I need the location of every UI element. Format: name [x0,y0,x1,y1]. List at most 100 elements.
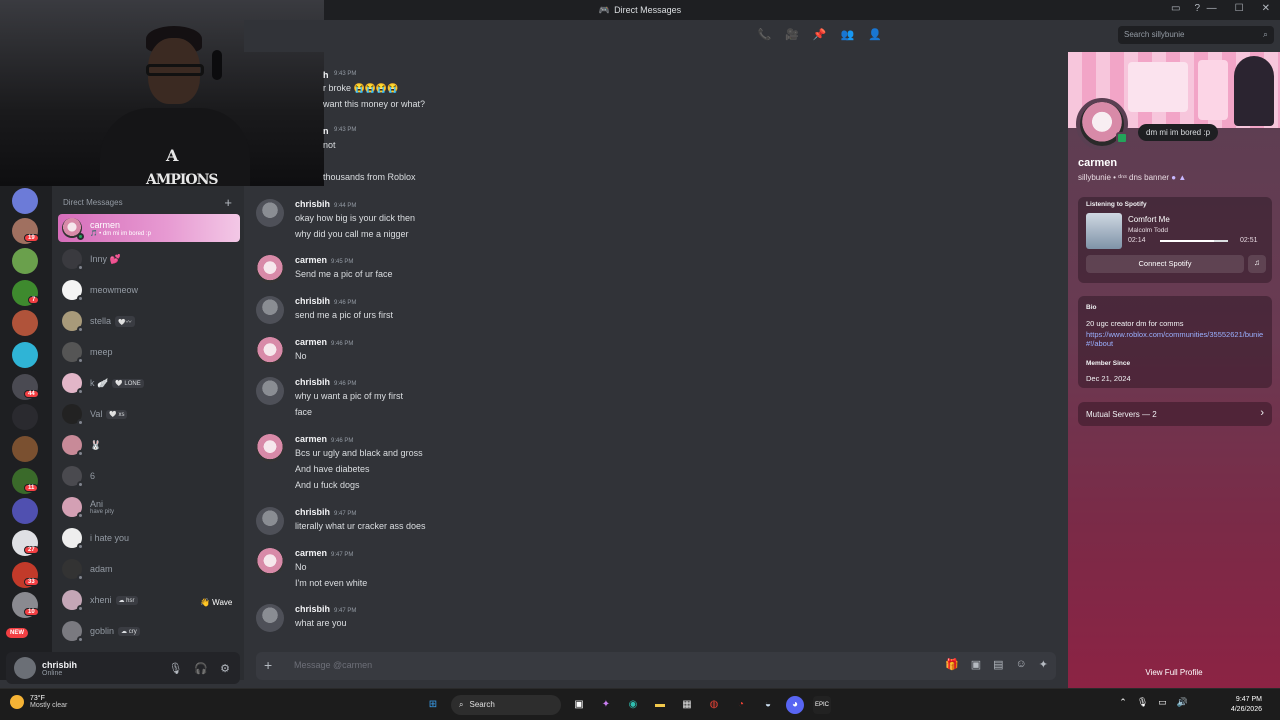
message-author[interactable]: chrisbih 9:47 PM [295,507,356,517]
epic-games-icon[interactable]: EPIC [813,696,831,714]
avatar[interactable] [256,604,284,632]
avatar[interactable] [14,657,36,679]
avatar[interactable] [256,507,284,535]
pin-icon[interactable]: 📌 [813,28,827,41]
gift-icon[interactable]: 🎁 [945,658,959,671]
server-icon[interactable] [12,436,38,462]
message-input[interactable]: Message @carmen [294,660,372,670]
apps-icon[interactable]: ✦ [1039,658,1048,671]
message-author[interactable]: carmen 9:45 PM [295,255,353,265]
unread-badge: 7 [28,296,40,304]
avatar[interactable] [256,434,284,462]
avatar[interactable] [256,548,284,576]
dm-item-carmen[interactable]: carmen 🎵 • dm mi im bored :p [58,214,240,242]
message-author[interactable]: carmen 9:47 PM [295,548,353,558]
dm-item[interactable]: meowmeow [58,276,240,304]
weather-widget[interactable]: 73°F Mostly clear [10,695,67,709]
call-icon[interactable]: 📞 [757,28,771,41]
settings-icon[interactable]: ⚙ [220,662,230,675]
copilot-icon[interactable]: ✦ [597,696,615,714]
file-explorer-icon[interactable]: ▬ [651,696,669,714]
dm-item[interactable]: stella 🤍〰 [58,307,240,335]
task-view-icon[interactable]: ▣ [570,696,588,714]
app-icon[interactable]: ◔ [732,696,750,714]
dm-item[interactable]: Inny 💕 [58,245,240,273]
volume-icon[interactable]: 🔊 [1177,697,1188,708]
dm-item[interactable]: 6 [58,462,240,490]
create-dm-icon[interactable]: + [224,195,232,210]
sticker-icon[interactable]: ▤ [993,658,1003,671]
message-line: what are you [295,618,347,628]
message-author[interactable]: chrisbih 9:44 PM [295,199,356,209]
message-author[interactable]: chrisbih 9:46 PM [295,377,356,387]
search-input[interactable]: Search sillybunie ⌕ [1118,26,1274,44]
view-full-profile-button[interactable]: View Full Profile [1068,668,1280,677]
gif-icon[interactable]: ▣ [971,658,981,671]
message-author[interactable]: carmen 9:46 PM [295,337,353,347]
server-icon[interactable] [12,342,38,368]
message-author[interactable]: h [323,70,329,80]
avatar[interactable] [256,337,284,365]
clock[interactable]: 9:47 PM 4/26/2026 [1231,695,1262,715]
headphones-icon[interactable]: 🎧 [194,662,208,675]
custom-status-bubble: dm mi im bored :p [1138,124,1219,141]
server-icon[interactable] [12,310,38,336]
server-icon[interactable] [12,188,38,214]
new-badge[interactable]: NEW [6,628,28,638]
discord-taskbar-icon[interactable]: ◕ [786,696,804,714]
help-icon[interactable]: ? [1194,3,1200,14]
listen-along-icon[interactable]: ♫ [1248,255,1266,273]
message-line: why did you call me a nigger [295,229,409,239]
profile-toggle-icon[interactable]: 👤 [868,28,882,41]
server-icon[interactable] [12,498,38,524]
server-icon[interactable] [12,248,38,274]
wave-button[interactable]: 👋 Wave [194,596,239,609]
minimize-button[interactable]: — [1207,3,1217,14]
dm-item[interactable]: k 🪽 🤍 LONE [58,369,240,397]
message-author[interactable]: carmen 9:46 PM [295,434,353,444]
bio-link[interactable]: https://www.roblox.com/communities/35552… [1086,330,1266,348]
connect-spotify-button[interactable]: Connect Spotify [1086,255,1244,273]
message-composer[interactable]: + Message @carmen 🎁 ▣ ▤ ☺ ✦ [256,652,1056,680]
message-time: 9:43 PM [334,127,357,133]
emoji-icon[interactable]: ☺ [1016,658,1027,671]
message-line: not [323,140,336,150]
edge-icon[interactable]: ◉ [624,696,642,714]
mutual-servers-row[interactable]: Mutual Servers — 2 › [1078,402,1272,426]
maximize-button[interactable]: ☐ [1235,3,1244,14]
avatar [62,466,84,488]
dm-item[interactable]: goblin ☁ cry [58,617,240,645]
dm-item[interactable]: Ani have pity [58,493,240,521]
steam-icon[interactable]: ◒ [759,696,777,714]
avatar [62,280,84,302]
dm-item[interactable]: i hate you [58,524,240,552]
message-author[interactable]: chrisbih 9:47 PM [295,604,356,614]
video-icon[interactable]: 🎥 [785,28,799,41]
attach-icon[interactable]: + [264,657,272,673]
dm-item[interactable]: Val 🤍 xs [58,400,240,428]
store-icon[interactable]: ▦ [678,696,696,714]
add-friend-icon[interactable]: 👥 [841,28,855,41]
message-line: r broke 😭😭😭😭 [323,83,399,93]
inbox-icon[interactable]: ▭ [1171,3,1180,14]
taskbar-search[interactable]: ⌕ Search [451,695,561,715]
message-author[interactable]: chrisbih 9:46 PM [295,296,356,306]
close-button[interactable]: ✕ [1262,3,1270,14]
chrome-icon[interactable]: ◍ [705,696,723,714]
mic-tray-icon[interactable]: 🎙 [1137,697,1148,708]
avatar[interactable] [256,199,284,227]
tray-overflow-icon[interactable]: ⌃ [1119,697,1127,708]
dm-item[interactable]: 🐰 [58,431,240,459]
dm-item[interactable]: meep [58,338,240,366]
message-author[interactable]: n [323,126,329,136]
avatar[interactable] [256,377,284,405]
avatar[interactable] [256,255,284,283]
message-line: thousands from Roblox [323,172,416,182]
avatar[interactable] [256,296,284,324]
microphone-icon[interactable]: 🎙 [168,662,182,675]
start-icon[interactable]: ⊞ [424,696,442,714]
network-icon[interactable]: ▭ [1158,697,1167,708]
server-icon[interactable] [12,404,38,430]
dm-item[interactable]: adam [58,555,240,583]
message-line: want this money or what? [323,99,426,109]
